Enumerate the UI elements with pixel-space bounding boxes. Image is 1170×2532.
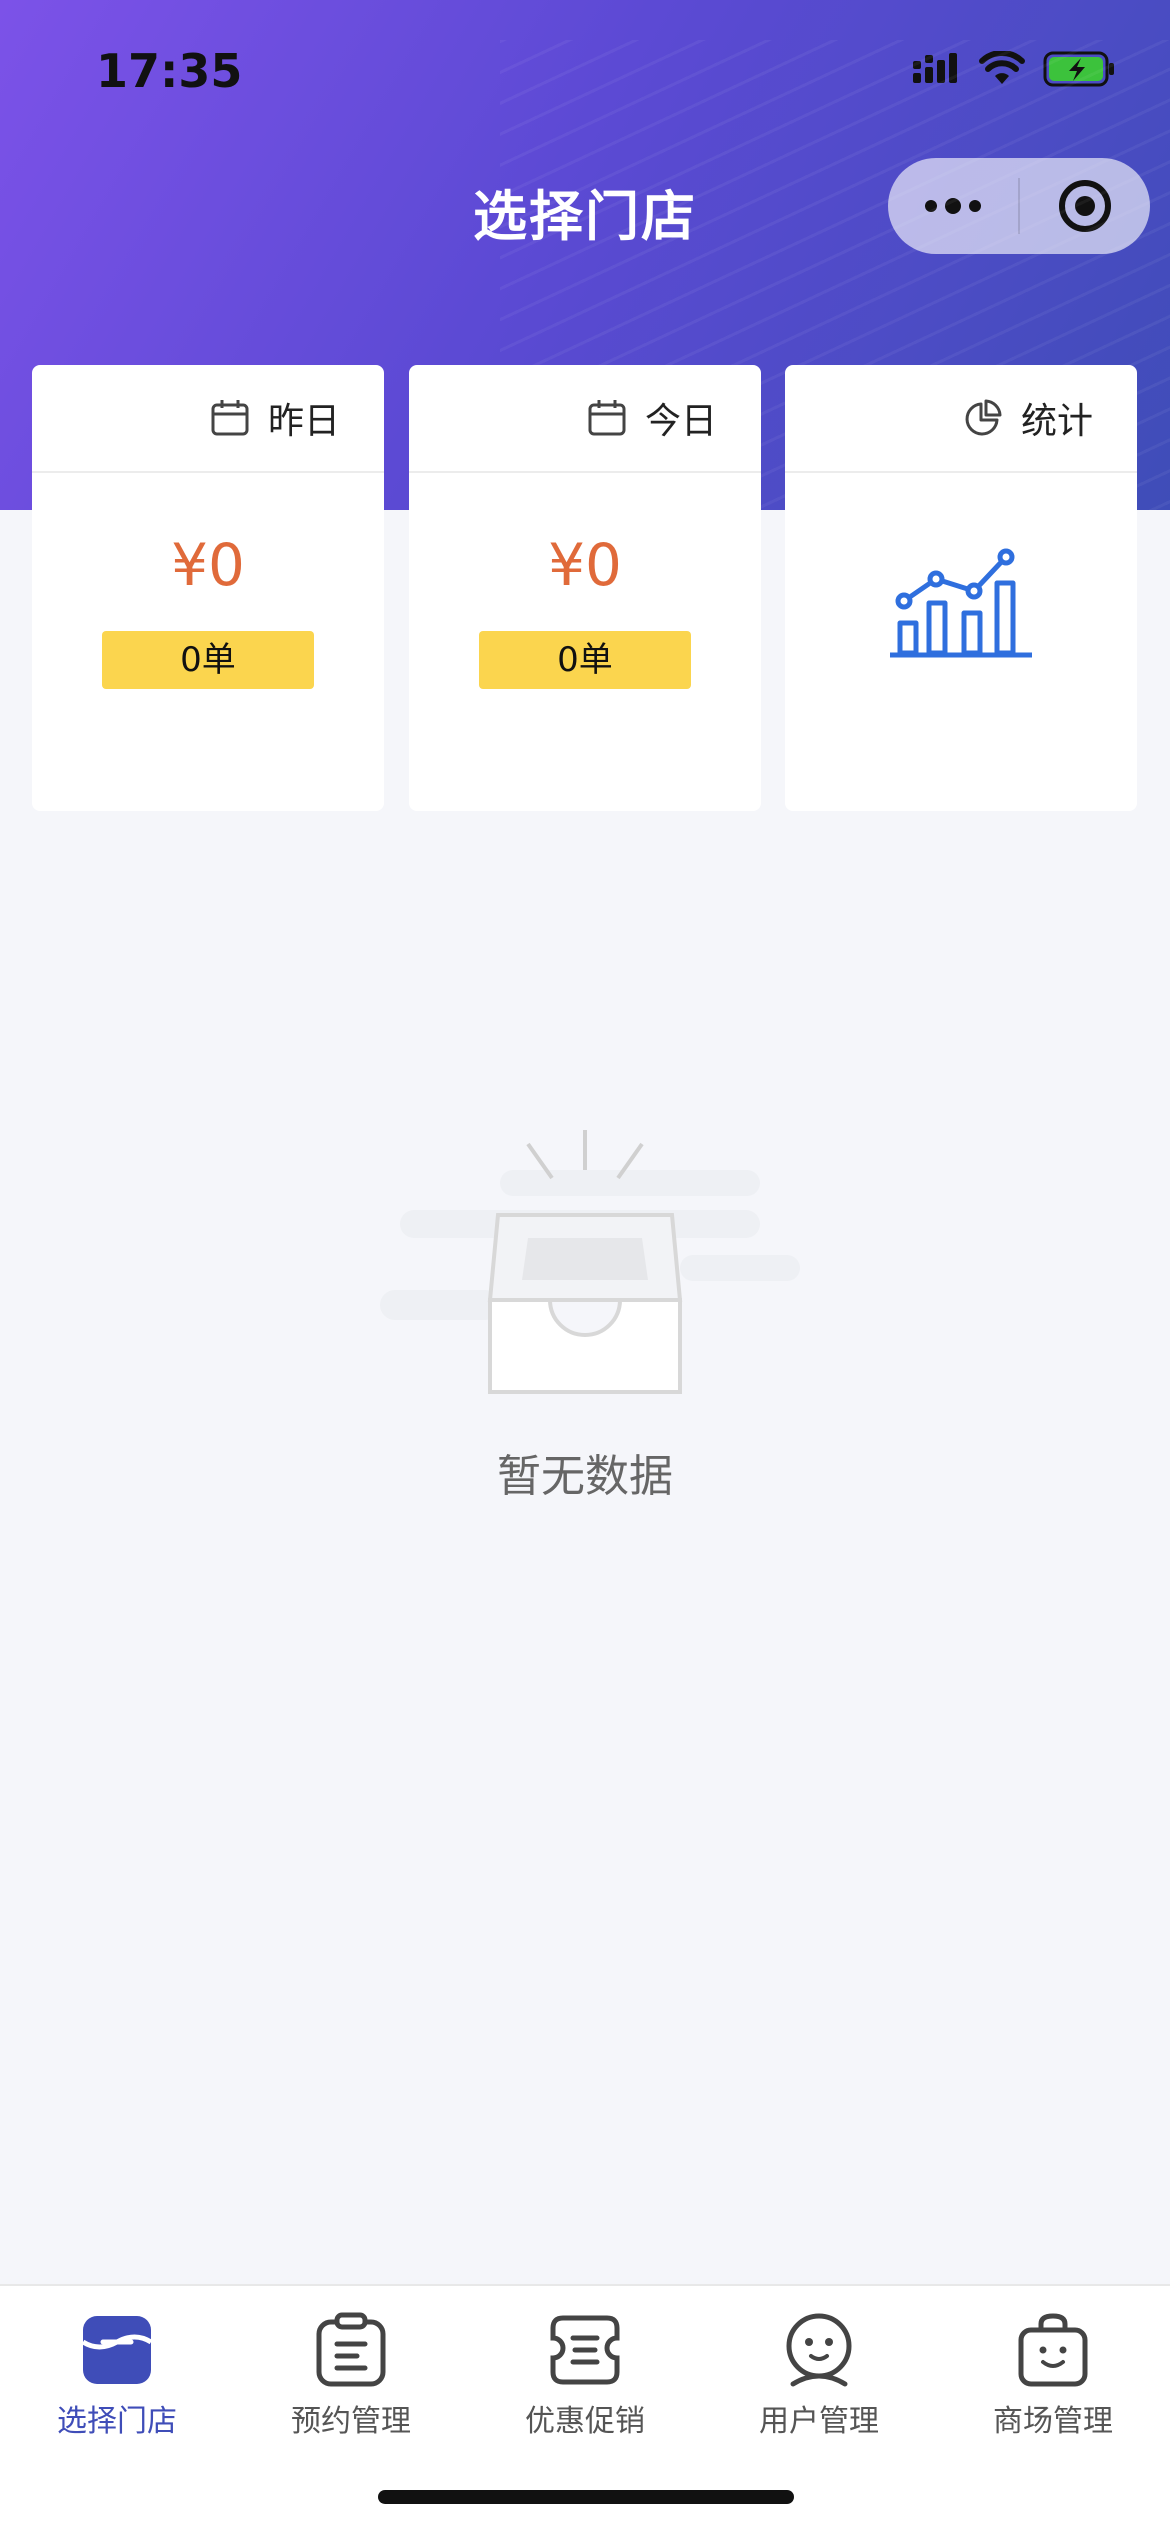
card-label: 今日 (644, 401, 717, 442)
revenue-amount: ¥0 (171, 531, 245, 599)
battery-icon (1043, 51, 1114, 87)
card-header: 今日 (409, 365, 761, 473)
tab-select-store[interactable]: 选择门店 (0, 2300, 234, 2440)
user-icon (786, 2313, 852, 2387)
target-close-icon (1059, 180, 1111, 232)
status-icons (911, 50, 1115, 88)
bar-line-chart-icon (890, 548, 1032, 658)
shopping-bag-icon (1018, 2313, 1088, 2387)
card-label: 昨日 (267, 401, 340, 442)
empty-state-text: 暂无数据 (497, 1451, 673, 1502)
more-button[interactable] (888, 158, 1018, 254)
orders-badge: 0单 (102, 631, 314, 689)
tab-label: 商场管理 (993, 2404, 1113, 2439)
yesterday-card[interactable]: 昨日 ¥0 0单 (32, 365, 384, 811)
calendar-icon (588, 400, 626, 436)
cellular-signal-icon (913, 53, 957, 83)
today-card[interactable]: 今日 ¥0 0单 (409, 365, 761, 811)
chart-illustration (785, 533, 1137, 663)
mini-program-capsule (888, 158, 1150, 254)
tab-appointment-management[interactable]: 预约管理 (234, 2300, 468, 2440)
revenue-amount: ¥0 (548, 531, 622, 599)
calendar-icon (211, 400, 249, 436)
tab-label: 用户管理 (759, 2404, 879, 2439)
pie-chart-icon (965, 399, 1002, 436)
tab-label: 优惠促销 (525, 2404, 645, 2439)
home-indicator (378, 2490, 794, 2504)
clipboard-icon (316, 2312, 386, 2387)
card-label: 统计 (1020, 401, 1093, 442)
page-title: 选择门店 (473, 185, 697, 248)
page: 17:35 选择门店 昨日 ¥0 0单 今日 ¥0 0单 统计 暂无数据 选择门… (0, 0, 1170, 2532)
ticket-icon (550, 2315, 620, 2385)
empty-inbox-icon (380, 1130, 800, 1394)
tab-mall-management[interactable]: 商场管理 (936, 2300, 1170, 2440)
status-time: 17:35 (96, 44, 243, 98)
more-dots-icon (925, 198, 981, 214)
card-header: 统计 (785, 365, 1137, 473)
orders-badge: 0单 (479, 631, 691, 689)
tab-user-management[interactable]: 用户管理 (702, 2300, 936, 2440)
wifi-icon (979, 51, 1025, 84)
statistics-card[interactable]: 统计 (785, 365, 1137, 811)
tab-promotions[interactable]: 优惠促销 (468, 2300, 702, 2440)
close-mini-program-button[interactable] (1020, 158, 1150, 254)
tab-label: 预约管理 (291, 2404, 411, 2439)
card-header: 昨日 (32, 365, 384, 473)
capsule-divider (1018, 178, 1020, 234)
store-icon (81, 2316, 153, 2384)
tab-label: 选择门店 (57, 2404, 177, 2439)
